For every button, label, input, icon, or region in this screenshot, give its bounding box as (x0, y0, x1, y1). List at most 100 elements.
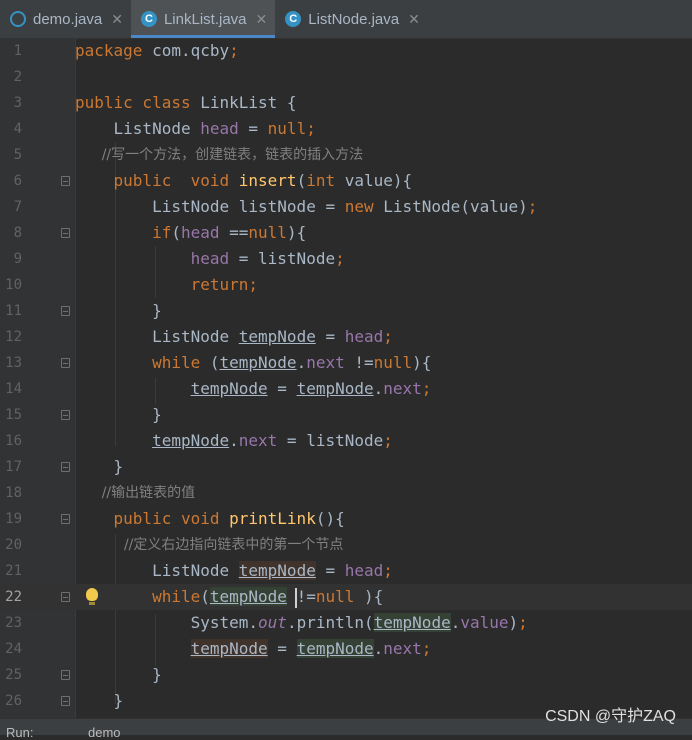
line-number: 24 (5, 641, 22, 657)
line-number: 4 (13, 121, 22, 137)
code-text: head = listNode; (190, 249, 345, 268)
line-number: 25 (5, 667, 22, 683)
line-number: 21 (5, 563, 22, 579)
java-class-icon: C (140, 11, 157, 27)
run-label: Run: (6, 725, 34, 740)
line-number: 19 (5, 511, 22, 527)
code-comment: //写一个方法，创建链表，链表的插入方法 (75, 147, 364, 163)
fold-toggle-icon[interactable] (61, 696, 70, 706)
code-text: } (75, 457, 124, 476)
line-number: 6 (13, 173, 22, 189)
text-caret (295, 588, 297, 608)
fold-toggle-icon[interactable] (61, 670, 70, 680)
line-number: 7 (13, 199, 22, 215)
line-number: 15 (5, 407, 22, 423)
code-text: while(tempNode !=null ){ (152, 587, 384, 606)
editor-tab-bar: demo.java ✕ C LinkList.java ✕ C ListNode… (0, 0, 692, 39)
line-number: 26 (5, 693, 22, 709)
code-line[interactable]: 21 ListNode tempNode = head; (0, 558, 692, 584)
line-number: 13 (5, 355, 22, 371)
fold-toggle-icon[interactable] (61, 592, 70, 602)
close-icon[interactable]: ✕ (408, 11, 420, 28)
line-number: 3 (13, 95, 22, 111)
line-number: 9 (13, 251, 22, 267)
code-line[interactable]: 1 package com.qcby; (0, 38, 692, 64)
run-config-label[interactable]: demo (88, 725, 121, 740)
code-line[interactable]: 18 //输出链表的值 (0, 480, 692, 506)
watermark: CSDN @守护ZAQ (545, 708, 676, 725)
code-comment: //定义右边指向链表中的第一个节点 (75, 537, 344, 553)
code-text: tempNode = tempNode.next; (190, 379, 432, 398)
line-number: 16 (5, 433, 22, 449)
code-text: public void printLink(){ (113, 509, 345, 528)
code-line[interactable]: 9 head = listNode; (0, 246, 692, 272)
tab-label: demo.java (33, 10, 103, 28)
fold-toggle-icon[interactable] (61, 410, 70, 420)
code-line[interactable]: 25 } (0, 662, 692, 688)
code-line[interactable]: 3 public class LinkList { (0, 90, 692, 116)
tab-demo-java[interactable]: demo.java ✕ (0, 0, 131, 38)
fold-toggle-icon[interactable] (61, 306, 70, 316)
code-text: } (75, 405, 162, 424)
fold-toggle-icon[interactable] (61, 462, 70, 472)
code-text: ListNode tempNode = head; (75, 327, 393, 346)
line-number: 1 (13, 43, 22, 59)
code-line[interactable]: 10 return; (0, 272, 692, 298)
line-number: 22 (5, 589, 22, 605)
code-line[interactable]: 23 System.out.println(tempNode.value); (0, 610, 692, 636)
code-line-current[interactable]: 22 while(tempNode !=null ){ (0, 584, 692, 610)
code-text: public void insert(int value){ (113, 171, 413, 190)
code-text: } (75, 301, 162, 320)
java-class-icon: C (285, 11, 302, 27)
code-line[interactable]: 24 tempNode = tempNode.next; (0, 636, 692, 662)
code-text: ListNode head = null; (75, 119, 316, 138)
line-number: 18 (5, 485, 22, 501)
code-text: System.out.println(tempNode.value); (75, 613, 528, 632)
line-number: 10 (5, 277, 22, 293)
code-line[interactable]: 14 tempNode = tempNode.next; (0, 376, 692, 402)
code-text: tempNode.next = listNode; (152, 431, 393, 450)
code-text: ListNode tempNode = head; (75, 561, 393, 580)
fold-toggle-icon[interactable] (61, 514, 70, 524)
close-icon[interactable]: ✕ (111, 11, 123, 28)
code-line[interactable]: 13 while (tempNode.next !=null){ (0, 350, 692, 376)
code-line[interactable]: 2 (0, 64, 692, 90)
code-text: } (75, 691, 124, 710)
java-class-icon (10, 11, 26, 27)
code-text: return; (190, 275, 259, 294)
code-line[interactable]: 5 //写一个方法，创建链表，链表的插入方法 (0, 142, 692, 168)
code-text: package com.qcby; (75, 41, 239, 60)
code-line[interactable]: 4 ListNode head = null; (0, 116, 692, 142)
code-text: ListNode listNode = new ListNode(value); (75, 197, 538, 216)
code-line[interactable]: 19 public void printLink(){ (0, 506, 692, 532)
line-number: 11 (5, 303, 22, 319)
code-line[interactable]: 15 } (0, 402, 692, 428)
line-number: 5 (13, 147, 22, 163)
fold-toggle-icon[interactable] (61, 176, 70, 186)
code-line[interactable]: 20 //定义右边指向链表中的第一个节点 (0, 532, 692, 558)
tab-linklist-java[interactable]: C LinkList.java ✕ (130, 0, 276, 38)
line-number: 2 (13, 69, 22, 85)
line-number: 14 (5, 381, 22, 397)
tab-label: LinkList.java (163, 10, 247, 28)
line-number: 12 (5, 329, 22, 345)
code-text: public class LinkList { (75, 93, 297, 112)
code-line[interactable]: 7 ListNode listNode = new ListNode(value… (0, 194, 692, 220)
line-number: 17 (5, 459, 22, 475)
code-line[interactable]: 17 } (0, 454, 692, 480)
tab-label: ListNode.java (308, 10, 400, 28)
code-line[interactable]: 11 } (0, 298, 692, 324)
tab-listnode-java[interactable]: C ListNode.java ✕ (275, 0, 428, 38)
fold-toggle-icon[interactable] (61, 228, 70, 238)
line-number: 20 (5, 537, 22, 553)
line-number: 8 (13, 225, 22, 241)
line-number: 23 (5, 615, 22, 631)
code-text: while (tempNode.next !=null){ (152, 353, 432, 372)
fold-toggle-icon[interactable] (61, 358, 70, 368)
code-line[interactable]: 16 tempNode.next = listNode; (0, 428, 692, 454)
code-line[interactable]: 6 public void insert(int value){ (0, 168, 692, 194)
close-icon[interactable]: ✕ (256, 11, 268, 28)
code-text: tempNode = tempNode.next; (190, 639, 432, 658)
code-line[interactable]: 12 ListNode tempNode = head; (0, 324, 692, 350)
code-line[interactable]: 8 if(head ==null){ (0, 220, 692, 246)
